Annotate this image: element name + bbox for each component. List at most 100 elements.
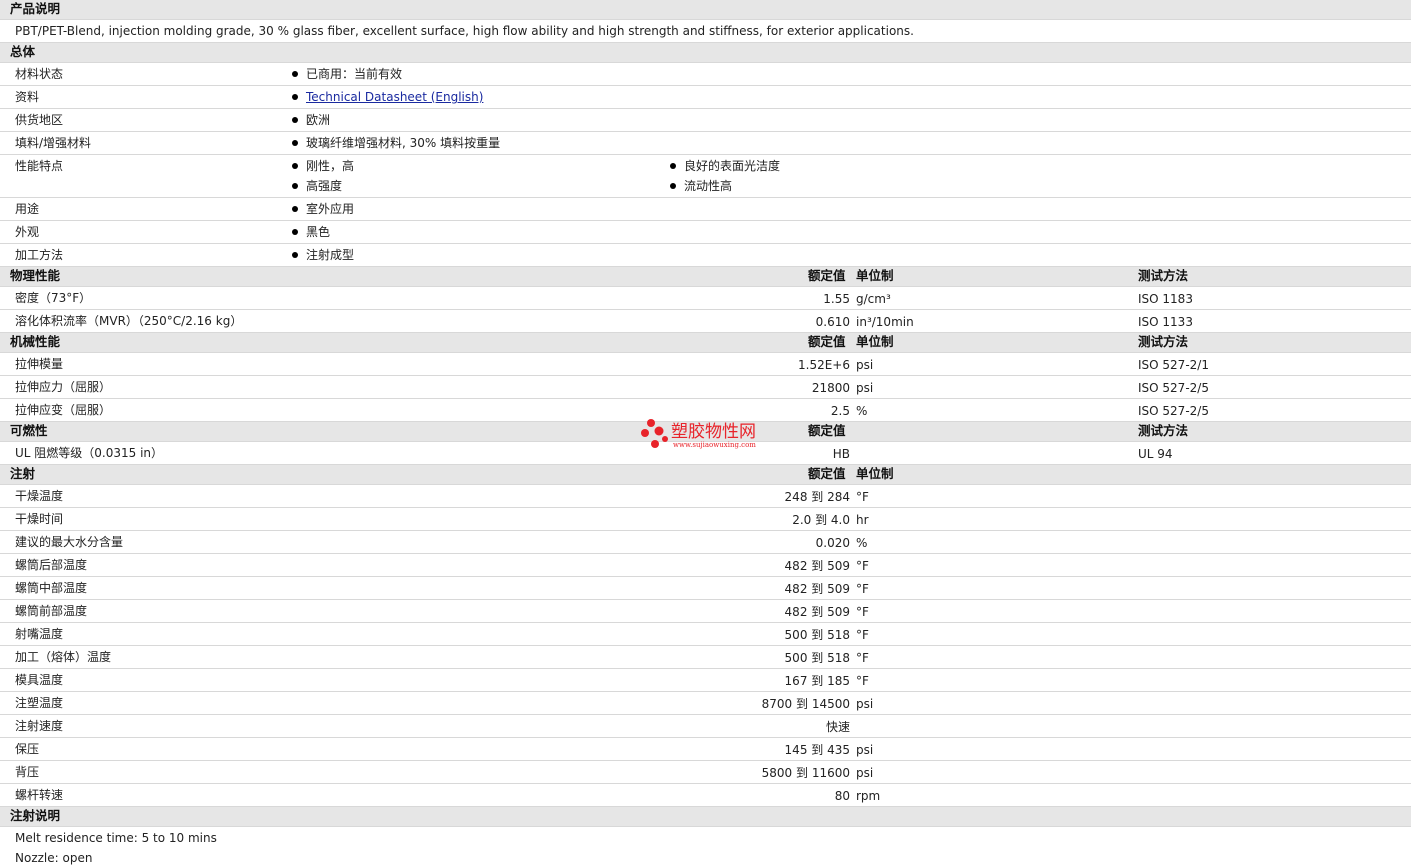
injection-unit: %	[856, 536, 868, 550]
physical-value: 0.610	[815, 315, 850, 329]
general-row: 外观 黑色	[0, 221, 1411, 244]
general-row: 用途 室外应用	[0, 198, 1411, 221]
description-row: PBT/PET-Blend, injection molding grade, …	[0, 20, 1411, 43]
col-unit-header: 单位制	[856, 268, 894, 283]
general-value: 刚性，高	[292, 159, 354, 173]
injection-label: 建议的最大水分含量	[15, 535, 124, 549]
injection-value: 145 到 435	[784, 743, 850, 757]
general-label: 供货地区	[15, 113, 64, 127]
general-value: 已商用：当前有效	[292, 67, 402, 81]
col-unit-header: 单位制	[856, 466, 894, 481]
general-row: 填料/增强材料 玻璃纤维增强材料, 30% 填料按重量	[0, 132, 1411, 155]
section-physical: 物理性能 额定值 单位制 测试方法	[0, 267, 1411, 287]
injection-row: 螺筒前部温度 482 到 509 °F	[0, 600, 1411, 623]
general-row: 资料 Technical Datasheet (English)	[0, 86, 1411, 109]
col-test-header: 测试方法	[1138, 423, 1189, 438]
injection-value: 167 到 185	[784, 674, 850, 688]
mechanical-value: 21800	[811, 381, 850, 395]
col-test-header: 测试方法	[1138, 268, 1189, 283]
injection-label: 注射速度	[15, 719, 64, 733]
injection-unit: psi	[856, 743, 874, 757]
injection-unit: °F	[856, 582, 869, 596]
watermark-logo: 塑胶物性网 www.sujiaowuxing.com	[641, 419, 756, 449]
description-text: PBT/PET-Blend, injection molding grade, …	[15, 24, 914, 38]
general-value: 欧洲	[292, 113, 330, 127]
physical-row: 密度（73°F） 1.55 g/cm³ ISO 1183	[0, 287, 1411, 310]
general-label: 外观	[15, 225, 40, 239]
injection-unit: °F	[856, 490, 869, 504]
section-general-title: 总体	[10, 44, 36, 59]
injection-unit: °F	[856, 628, 869, 642]
general-value: 高强度	[292, 179, 342, 193]
mechanical-test: ISO 527-2/5	[1138, 404, 1209, 418]
injection-label: 干燥时间	[15, 512, 64, 526]
physical-unit: in³/10min	[856, 315, 914, 329]
mechanical-test: ISO 527-2/5	[1138, 381, 1209, 395]
mechanical-unit: psi	[856, 358, 874, 372]
general-value: 玻璃纤维增强材料, 30% 填料按重量	[292, 136, 500, 150]
injection-row: 模具温度 167 到 185 °F	[0, 669, 1411, 692]
injection-unit: psi	[856, 766, 874, 780]
injection-unit: rpm	[856, 789, 881, 803]
col-nominal-header: 额定值	[808, 334, 846, 349]
watermark-title: 塑胶物性网	[671, 422, 756, 442]
section-physical-title: 物理性能	[10, 268, 61, 283]
injection-row: 螺杆转速 80 rpm	[0, 784, 1411, 807]
injection-value: 2.0 到 4.0	[792, 513, 850, 527]
injection-unit: °F	[856, 651, 869, 665]
physical-label: 溶化体积流率（MVR）（250°C/2.16 kg）	[15, 314, 243, 328]
mechanical-unit: psi	[856, 381, 874, 395]
section-general: 总体	[0, 43, 1411, 63]
mechanical-label: 拉伸应力（屈服）	[15, 380, 112, 394]
section-mechanical-title: 机械性能	[10, 334, 61, 349]
mechanical-value: 2.5	[830, 404, 850, 418]
general-row: 性能特点 刚性，高 良好的表面光洁度 高强度 流动性高	[0, 155, 1411, 198]
injection-label: 螺筒后部温度	[15, 558, 88, 572]
injection-label: 干燥温度	[15, 489, 64, 503]
general-label: 性能特点	[15, 159, 64, 173]
injection-value: 500 到 518	[784, 628, 850, 642]
general-value[interactable]: Technical Datasheet (English)	[292, 90, 483, 104]
injection-unit: °F	[856, 605, 869, 619]
injection-label: 保压	[15, 742, 40, 756]
injection-unit: °F	[856, 559, 869, 573]
bullet-icon	[292, 90, 306, 104]
physical-label: 密度（73°F）	[15, 291, 92, 305]
physical-test: ISO 1183	[1138, 292, 1193, 306]
section-injection: 注射 额定值 单位制	[0, 465, 1411, 485]
injection-label: 注塑温度	[15, 696, 64, 710]
col-test-header: 测试方法	[1138, 334, 1189, 349]
mechanical-test: ISO 527-2/1	[1138, 358, 1209, 372]
section-injection-notes: 注射说明	[0, 807, 1411, 827]
injection-unit: hr	[856, 513, 869, 527]
general-row: 供货地区 欧洲	[0, 109, 1411, 132]
injection-note-row: Nozzle: open	[0, 847, 1411, 867]
injection-value: 482 到 509	[784, 582, 850, 596]
physical-row: 溶化体积流率（MVR）（250°C/2.16 kg） 0.610 in³/10min…	[0, 310, 1411, 333]
section-injection-title: 注射	[10, 466, 36, 481]
section-injection-notes-title: 注射说明	[10, 808, 61, 823]
injection-label: 螺筒前部温度	[15, 604, 88, 618]
injection-value: 快速	[825, 720, 850, 734]
section-description-title: 产品说明	[10, 1, 61, 16]
injection-row: 注射速度 快速	[0, 715, 1411, 738]
datasheet-link[interactable]: Technical Datasheet (English)	[306, 90, 483, 104]
physical-value: 1.55	[823, 292, 850, 306]
injection-row: 螺筒后部温度 482 到 509 °F	[0, 554, 1411, 577]
injection-label: 射嘴温度	[15, 627, 64, 641]
injection-row: 背压 5800 到 11600 psi	[0, 761, 1411, 784]
injection-row: 建议的最大水分含量 0.020%	[0, 531, 1411, 554]
injection-note: Melt residence time: 5 to 10 mins	[15, 831, 217, 845]
mechanical-label: 拉伸应变（屈服）	[15, 403, 112, 417]
injection-row: 干燥时间 2.0 到 4.0 hr	[0, 508, 1411, 531]
general-value: 注射成型	[292, 248, 354, 262]
mechanical-unit: %	[856, 404, 868, 418]
injection-value: 5800 到 11600	[761, 766, 850, 780]
col-nominal-header: 额定值	[808, 466, 846, 481]
injection-row: 保压 145 到 435 psi	[0, 738, 1411, 761]
injection-row: 注塑温度 8700 到 14500 psi	[0, 692, 1411, 715]
injection-label: 加工（熔体）温度	[15, 650, 112, 664]
mechanical-value: 1.52E+6	[798, 358, 850, 372]
mechanical-row: 拉伸应力（屈服） 21800 psi ISO 527-2/5	[0, 376, 1411, 399]
flammability-label: UL 阻燃等级（0.0315 in）	[15, 446, 164, 460]
